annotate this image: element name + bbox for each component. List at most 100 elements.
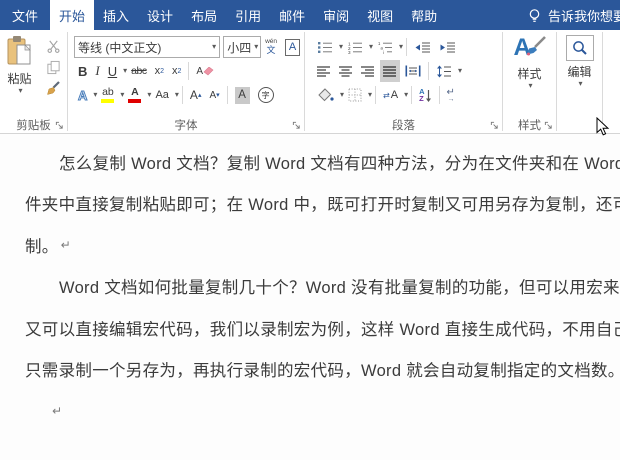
styles-dialog-launcher[interactable] (543, 120, 554, 131)
align-center-icon (339, 65, 352, 77)
grow-font-button[interactable]: A ▴ (187, 84, 205, 106)
tab-layout[interactable]: 布局 (182, 0, 226, 30)
bullets-dropdown-arrow[interactable]: ▾ (339, 43, 343, 51)
increase-indent-icon (440, 42, 456, 52)
decrease-indent-button[interactable] (411, 36, 434, 58)
align-right-button[interactable] (358, 60, 378, 82)
editing-button[interactable]: 编辑 ▾ (565, 35, 594, 116)
copy-button[interactable] (40, 57, 66, 78)
clipboard-group-label: 剪贴板 (16, 119, 51, 132)
multilevel-dropdown-arrow[interactable]: ▾ (399, 43, 403, 51)
tab-file[interactable]: 文件 (0, 0, 50, 30)
align-left-button[interactable] (314, 60, 334, 82)
bullets-button[interactable] (314, 36, 336, 58)
tab-mailings[interactable]: 邮件 (270, 0, 314, 30)
font-dialog-launcher[interactable] (291, 120, 302, 131)
sort-button[interactable]: AZ (416, 84, 434, 106)
format-painter-button[interactable] (40, 78, 66, 99)
strikethrough-button[interactable]: abc (128, 60, 149, 82)
editing-group: 编辑 ▾ (557, 30, 602, 133)
paragraph-group-label: 段落 (392, 119, 415, 132)
show-hide-marks-button[interactable]: ↵ → (444, 84, 458, 106)
tell-me-box[interactable]: 告诉我你想要 (527, 0, 620, 30)
font-size-combobox[interactable]: 小四 ▾ (223, 36, 262, 58)
eraser-icon (203, 66, 214, 75)
cut-button[interactable] (40, 36, 66, 57)
dialog-launcher-icon (544, 121, 552, 129)
shrink-font-button[interactable]: A ▾ (206, 84, 222, 106)
highlight-dropdown-arrow[interactable]: ▾ (120, 91, 124, 99)
phonetic-guide-button[interactable]: wén 文 (262, 36, 280, 58)
paste-dropdown-arrow[interactable]: ▾ (18, 87, 22, 95)
tab-design[interactable]: 设计 (138, 0, 182, 30)
line-spacing-icon (437, 65, 451, 77)
character-shading-button[interactable]: A (232, 84, 253, 106)
underline-button[interactable]: U (105, 60, 120, 82)
subscript-button[interactable]: x2 (152, 60, 167, 82)
change-case-dropdown-arrow[interactable]: ▾ (175, 91, 179, 99)
document-line-text: Word 文档如何批量复制几十个？Word 没有批量复制的功能，但可以用宏来完成 (59, 279, 620, 298)
ribbon: 粘贴 ▾ 剪贴板 等线 (中文正文) ▾ 小四 ▾ wén 文 A B I U … (0, 30, 620, 134)
document-line: 件夹中直接复制粘贴即可；在 Word 中，既可打开时复制又可用另存为复制，还可以 (0, 183, 620, 225)
font-name-combobox[interactable]: 等线 (中文正文) ▾ (74, 36, 221, 58)
align-center-button[interactable] (336, 60, 356, 82)
numbering-button[interactable]: 123 (344, 36, 366, 58)
borders-dropdown-arrow[interactable]: ▾ (368, 91, 372, 99)
paragraph-group: ▾ 123 ▾ 1ai ▾ ▾ ▾ ▾ ⇄ A ▾ A Z ↵ → 段落 (305, 30, 502, 133)
editing-dropdown-arrow: ▾ (578, 79, 583, 88)
font-name-value: 等线 (中文正文) (78, 40, 162, 55)
styles-button[interactable]: A 样式 ▾ (513, 35, 547, 116)
font-name-dropdown-arrow: ▾ (212, 42, 217, 51)
font-color-dropdown-arrow[interactable]: ▾ (147, 91, 151, 99)
borders-button[interactable] (345, 84, 365, 106)
shading-button[interactable] (314, 84, 337, 106)
justify-button[interactable] (380, 60, 400, 82)
clear-formatting-button[interactable]: A (193, 60, 217, 82)
underline-dropdown-arrow[interactable]: ▾ (123, 67, 127, 75)
distribute-button[interactable] (402, 60, 424, 82)
document-line-text: 又可以直接编辑宏代码，我们以录制宏为例，这样 Word 直接生成代码，不用自己写… (25, 320, 620, 339)
justify-icon (383, 65, 396, 77)
character-border-button[interactable]: A (282, 36, 303, 58)
tab-home[interactable]: 开始 (50, 0, 95, 30)
borders-icon (348, 88, 362, 102)
increase-indent-button[interactable] (436, 36, 459, 58)
change-case-button[interactable]: Aa (152, 84, 171, 106)
font-color-button[interactable]: A (125, 84, 144, 106)
text-effects-button[interactable]: A (75, 84, 90, 106)
highlight-color-button[interactable]: ab (98, 84, 117, 106)
styles-group: A 样式 ▾ 样式 (503, 30, 556, 133)
paragraph-mark: ↵ (60, 237, 71, 252)
shading-dropdown-arrow[interactable]: ▾ (340, 91, 344, 99)
superscript-button[interactable]: x2 (169, 60, 184, 82)
tab-view[interactable]: 视图 (358, 0, 402, 30)
tab-review[interactable]: 审阅 (314, 0, 358, 30)
tab-help[interactable]: 帮助 (402, 0, 446, 30)
font-size-value: 小四 (227, 40, 252, 55)
paragraph-mark: ↵ (52, 403, 63, 418)
scissors-icon (47, 40, 59, 53)
document-editing-area[interactable]: 怎么复制 Word 文档？复制 Word 文档有四种方法，分为在文件夹和在 Wo… (0, 134, 620, 460)
styles-icon: A (513, 35, 547, 63)
character-border-icon: A (285, 38, 300, 56)
tab-references[interactable]: 引用 (226, 0, 270, 30)
line-spacing-dropdown-arrow[interactable]: ▾ (458, 67, 462, 75)
numbering-dropdown-arrow[interactable]: ▾ (369, 43, 373, 51)
align-left-icon (317, 65, 330, 77)
format-painter-icon (47, 80, 60, 95)
line-spacing-button[interactable] (433, 60, 455, 82)
italic-button[interactable]: I (92, 60, 102, 82)
paste-label: 粘贴 (7, 72, 32, 86)
multilevel-list-button[interactable]: 1ai (374, 36, 396, 58)
enclose-characters-button[interactable]: 字 (255, 84, 277, 106)
asian-layout-dropdown-arrow[interactable]: ▾ (404, 91, 408, 99)
paragraph-dialog-launcher[interactable] (489, 120, 500, 131)
text-effects-dropdown-arrow[interactable]: ▾ (93, 91, 97, 99)
bullets-icon (318, 41, 332, 53)
paste-button[interactable]: 粘贴 ▾ (4, 35, 35, 116)
tab-insert[interactable]: 插入 (94, 0, 138, 30)
bold-button[interactable]: B (75, 60, 90, 82)
asian-layout-button[interactable]: ⇄ A (380, 84, 401, 106)
svg-text:3: 3 (348, 50, 351, 54)
clipboard-dialog-launcher[interactable] (54, 120, 65, 131)
